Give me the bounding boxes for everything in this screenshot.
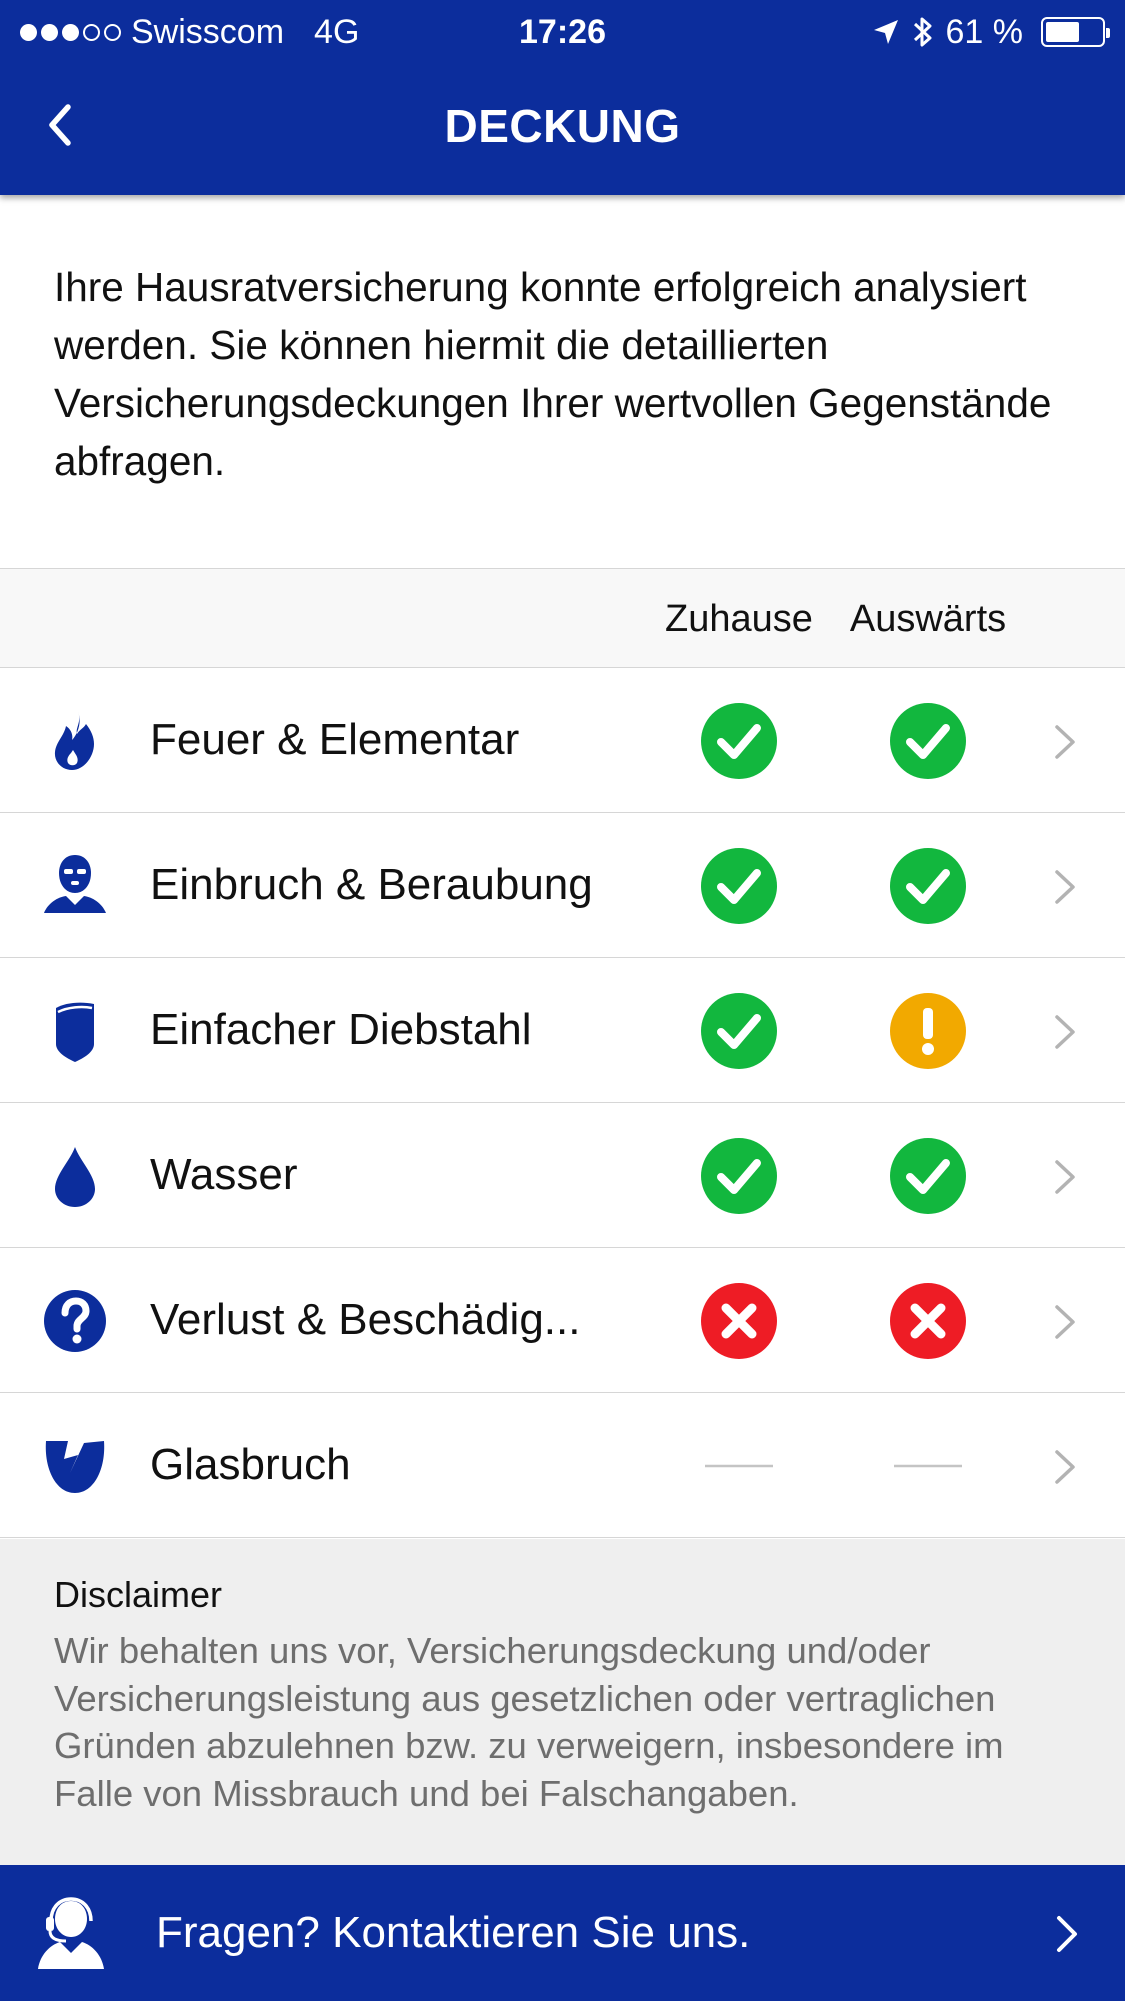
- support-agent-icon: [38, 1897, 104, 1969]
- coverage-label: Einfacher Diebstahl: [150, 1005, 532, 1054]
- coverage-row-burglary[interactable]: Einbruch & Beraubung: [0, 813, 1125, 958]
- broken-glass-icon: [45, 1441, 105, 1493]
- coverage-label: Feuer & Elementar: [150, 715, 520, 764]
- check-icon: [701, 703, 777, 779]
- water-drop-icon: [55, 1147, 95, 1207]
- check-icon: [701, 993, 777, 1069]
- status-bar: Swisscom 4G 17:26 61 %: [0, 0, 1125, 64]
- coverage-list: Feuer & Elementar Einbruch & Beraubung E…: [0, 668, 1125, 1538]
- check-icon: [890, 848, 966, 924]
- contact-us-label: Fragen? Kontaktieren Sie uns.: [156, 1908, 751, 1957]
- coverage-label: Einbruch & Beraubung: [150, 860, 593, 909]
- location-arrow-icon: [873, 20, 898, 44]
- flame-icon: [54, 712, 94, 770]
- chevron-right-icon: [1055, 1160, 1075, 1194]
- coverage-label: Wasser: [150, 1150, 298, 1199]
- warning-icon: [890, 993, 966, 1069]
- not-applicable-dash-icon: [894, 1464, 962, 1468]
- chevron-right-icon: [1057, 1916, 1077, 1952]
- cross-icon: [890, 1283, 966, 1359]
- coverage-label: Glasbruch: [150, 1440, 351, 1489]
- cross-icon: [701, 1283, 777, 1359]
- column-header-away: Auswärts: [849, 598, 1007, 640]
- check-icon: [890, 1138, 966, 1214]
- check-icon: [701, 1138, 777, 1214]
- shield-icon: [56, 1002, 94, 1062]
- not-applicable-dash-icon: [705, 1464, 773, 1468]
- chevron-right-icon: [1055, 1450, 1075, 1484]
- chevron-right-icon: [1055, 1015, 1075, 1049]
- battery-icon: [1041, 17, 1110, 47]
- page-title: DECKUNG: [444, 100, 681, 152]
- chevron-right-icon: [1055, 870, 1075, 904]
- burglar-icon: [44, 855, 106, 913]
- intro-text: Ihre Hausratversicherung konnte erfolgre…: [54, 264, 1052, 484]
- coverage-table-header: Zuhause Auswärts: [0, 568, 1125, 668]
- coverage-label: Verlust & Beschädig...: [150, 1295, 581, 1344]
- contact-us-button[interactable]: Fragen? Kontaktieren Sie uns.: [0, 1865, 1125, 2001]
- disclaimer-text: Wir behalten uns vor, Versicherungsdecku…: [54, 1630, 1004, 1814]
- disclaimer-section: Disclaimer Wir behalten uns vor, Versich…: [0, 1539, 1125, 1865]
- coverage-row-theft[interactable]: Einfacher Diebstahl: [0, 958, 1125, 1103]
- app-header: Swisscom 4G 17:26 61 % DECKUNG: [0, 0, 1125, 195]
- coverage-row-fire[interactable]: Feuer & Elementar: [0, 668, 1125, 813]
- coverage-row-glass[interactable]: Glasbruch: [0, 1393, 1125, 1538]
- status-right: 61 %: [872, 0, 1110, 64]
- column-header-home: Zuhause: [665, 598, 813, 640]
- chevron-right-icon: [1055, 1305, 1075, 1339]
- bluetooth-icon: [913, 17, 931, 47]
- chevron-right-icon: [1055, 725, 1075, 759]
- coverage-row-loss[interactable]: Verlust & Beschädig...: [0, 1248, 1125, 1393]
- coverage-row-water[interactable]: Wasser: [0, 1103, 1125, 1248]
- disclaimer-title: Disclaimer: [54, 1574, 223, 1615]
- check-icon: [701, 848, 777, 924]
- battery-percent: 61 %: [945, 13, 1024, 51]
- question-icon: [44, 1290, 106, 1352]
- battery-level: [1046, 22, 1079, 42]
- check-icon: [890, 703, 966, 779]
